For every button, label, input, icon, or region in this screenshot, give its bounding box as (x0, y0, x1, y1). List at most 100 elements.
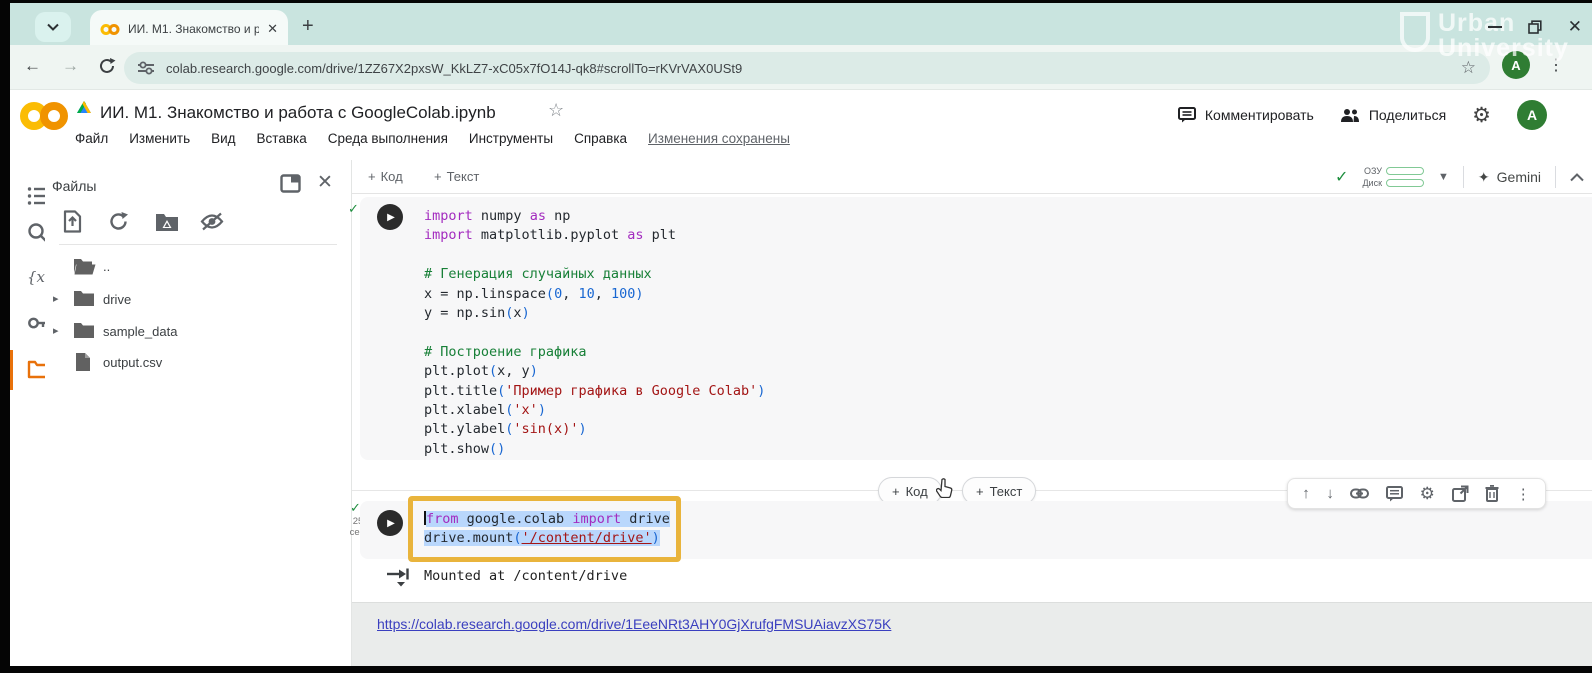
resource-meter[interactable]: ОЗУ Диск (1362, 166, 1424, 188)
minimize-icon[interactable] (1488, 26, 1502, 28)
reload-icon[interactable] (98, 57, 116, 75)
code-line: plt.title('Пример графика в Google Colab… (424, 382, 765, 401)
drive-file-icon (76, 101, 92, 115)
colab-logo (18, 98, 70, 134)
tree-item-sample-data[interactable]: ▸ sample_data (45, 316, 352, 348)
code-line: # Построение графика (424, 343, 765, 362)
header-actions: Комментировать Поделиться ⚙ A (1178, 100, 1547, 130)
browser-tab[interactable]: ИИ. М1. Знакомство и работа ✕ (90, 10, 288, 48)
expand-chevron-icon[interactable]: ▸ (53, 292, 59, 305)
notebook-footer-area (352, 602, 1592, 666)
cell-settings-gear-icon[interactable]: ⚙ (1420, 484, 1435, 504)
menu-edit[interactable]: Изменить (129, 131, 190, 146)
mount-drive-icon[interactable] (155, 212, 179, 232)
tab-close-icon[interactable]: ✕ (267, 21, 278, 37)
gemini-button[interactable]: ✦Gemini (1478, 169, 1541, 186)
star-notebook-icon[interactable]: ☆ (548, 100, 564, 121)
code-cell-1[interactable]: ▶ import numpy as npimport matplotlib.py… (360, 197, 1592, 460)
connected-check-icon: ✓ (1335, 167, 1348, 187)
plus-icon: + (368, 169, 376, 184)
tree-item-drive[interactable]: ▸ drive (45, 284, 352, 316)
notebook-toolbar: +Код +Текст ✓ ОЗУ Диск ▼ ✦Gemini (352, 160, 1592, 194)
cell2-output: Mounted at /content/drive (360, 562, 1592, 594)
sidebar-rail: {x} (10, 160, 45, 666)
browser-window: ИИ. М1. Знакомство и работа ✕ + UrbanUni… (0, 0, 1592, 673)
comment-button[interactable]: Комментировать (1178, 107, 1314, 123)
add-text-button[interactable]: +Текст (434, 169, 479, 184)
cell1-executed-check-icon: ✓ (348, 201, 359, 217)
panel-divider (59, 244, 337, 245)
colab-favicon (100, 23, 120, 36)
move-cell-down-icon[interactable]: ↓ (1326, 485, 1334, 502)
tree-item-output-csv[interactable]: output.csv (45, 348, 352, 380)
hide-hidden-files-icon[interactable] (200, 212, 224, 231)
output-text: Mounted at /content/drive (424, 568, 627, 584)
code-line (424, 246, 765, 265)
chevron-down-icon (47, 23, 59, 31)
share-people-icon (1340, 108, 1360, 123)
code-line: # Генерация случайных данных (424, 265, 765, 284)
account-avatar[interactable]: A (1517, 100, 1547, 130)
code-editor[interactable]: import numpy as npimport matplotlib.pypl… (424, 207, 765, 459)
menu-bar: Файл Изменить Вид Вставка Среда выполнен… (75, 131, 790, 146)
code-line: y = np.sin(x) (424, 304, 765, 323)
more-options-icon[interactable]: ⋮ (1516, 485, 1531, 503)
highlight-annotation-box (408, 496, 681, 562)
url-text: colab.research.google.com/drive/1ZZ67X2p… (166, 61, 1449, 76)
menu-help[interactable]: Справка (574, 131, 627, 146)
code-line (424, 323, 765, 342)
copy-link-icon[interactable] (1350, 488, 1369, 499)
colab-header: ИИ. М1. Знакомство и работа с GoogleCola… (10, 90, 1592, 160)
dock-panel-icon[interactable] (280, 174, 301, 193)
active-rail-indicator (10, 350, 13, 390)
open-in-tab-icon[interactable] (1452, 485, 1469, 502)
share-button[interactable]: Поделиться (1340, 107, 1446, 123)
collapse-toolbar-icon[interactable] (1570, 173, 1584, 182)
plus-icon: + (892, 484, 900, 499)
add-code-button[interactable]: +Код (368, 169, 403, 184)
file-icon (75, 352, 91, 372)
ram-bar (1386, 167, 1424, 175)
changes-saved-link[interactable]: Изменения сохранены (648, 131, 790, 146)
menu-file[interactable]: Файл (75, 131, 108, 146)
settings-gear-icon[interactable]: ⚙ (1472, 103, 1491, 128)
resources-dropdown-icon[interactable]: ▼ (1438, 171, 1449, 183)
output-icon[interactable] (386, 567, 410, 587)
refresh-icon[interactable] (108, 211, 129, 232)
files-panel-title: Файлы (52, 178, 96, 194)
tab-title: ИИ. М1. Знакомство и работа (128, 22, 259, 36)
new-tab-button[interactable]: + (302, 15, 314, 38)
disk-bar (1386, 179, 1424, 187)
expand-chevron-icon[interactable]: ▸ (53, 324, 59, 337)
toolbar-status: ✓ ОЗУ Диск ▼ ✦Gemini (1335, 160, 1584, 194)
menu-runtime[interactable]: Среда выполнения (328, 131, 448, 146)
cell-toolbar: ↑ ↓ ⚙ ⋮ (1287, 478, 1546, 509)
menu-view[interactable]: Вид (211, 131, 235, 146)
tab-search-button[interactable] (35, 12, 71, 42)
notebook-title[interactable]: ИИ. М1. Знакомство и работа с GoogleCola… (100, 103, 496, 123)
mouse-hand-cursor (936, 478, 953, 498)
site-settings-icon[interactable] (138, 61, 154, 75)
run-cell-button[interactable]: ▶ (377, 510, 403, 536)
code-line: plt.show() (424, 440, 765, 459)
close-window-icon[interactable]: ✕ (1568, 17, 1582, 37)
add-comment-icon[interactable] (1386, 486, 1403, 502)
menu-tools[interactable]: Инструменты (469, 131, 553, 146)
move-cell-up-icon[interactable]: ↑ (1302, 485, 1310, 502)
colab-share-link[interactable]: https://colab.research.google.com/drive/… (377, 616, 891, 632)
address-bar[interactable]: colab.research.google.com/drive/1ZZ67X2p… (124, 52, 1490, 84)
upload-file-icon[interactable] (62, 210, 83, 233)
browser-tab-bar: ИИ. М1. Знакомство и работа ✕ + UrbanUni… (10, 3, 1592, 45)
plus-icon: + (976, 484, 984, 499)
sparkle-icon: ✦ (1478, 169, 1490, 186)
forward-icon[interactable]: → (62, 56, 79, 76)
delete-cell-trash-icon[interactable] (1485, 485, 1499, 502)
run-cell-button[interactable]: ▶ (377, 204, 403, 230)
tree-item-up[interactable]: .. (45, 252, 352, 284)
close-panel-icon[interactable]: ✕ (317, 171, 333, 194)
menu-insert[interactable]: Вставка (257, 131, 307, 146)
restore-icon[interactable] (1528, 20, 1542, 34)
university-shield-icon (1398, 11, 1432, 57)
files-panel: Файлы ✕ .. ▸ drive ▸ sample_data output.… (45, 160, 352, 666)
back-icon[interactable]: ← (24, 56, 41, 76)
